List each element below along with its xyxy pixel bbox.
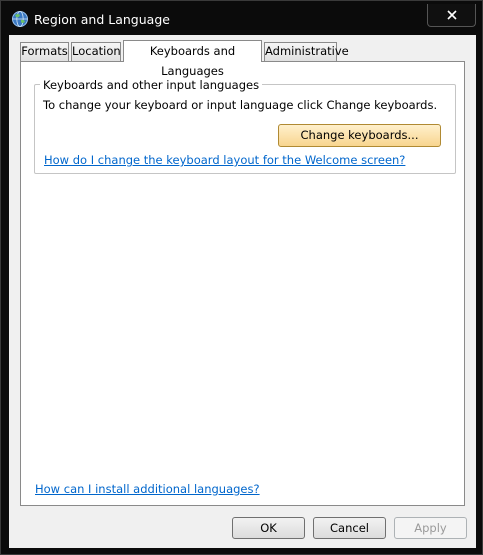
- apply-button[interactable]: Apply: [394, 517, 467, 539]
- tab-keyboards-and-languages[interactable]: Keyboards and Languages: [123, 40, 262, 78]
- welcome-screen-layout-link[interactable]: How do I change the keyboard layout for …: [44, 153, 405, 167]
- install-languages-link[interactable]: How can I install additional languages?: [35, 482, 260, 496]
- close-button[interactable]: [427, 4, 476, 27]
- cancel-button[interactable]: Cancel: [313, 517, 386, 539]
- tab-formats[interactable]: Formats: [20, 42, 69, 61]
- keyboards-group-title: Keyboards and other input languages: [40, 78, 263, 92]
- close-icon: [447, 10, 457, 20]
- dialog-client-area: Formats Location Keyboards and Languages…: [9, 35, 476, 548]
- ok-button[interactable]: OK: [232, 517, 305, 539]
- region-language-window: Region and Language Formats Location Key…: [0, 0, 483, 555]
- globe-icon: [11, 10, 29, 28]
- tab-location[interactable]: Location: [71, 42, 121, 61]
- change-keyboards-button[interactable]: Change keyboards...: [278, 124, 441, 147]
- title-bar[interactable]: Region and Language: [1, 1, 483, 35]
- window-title: Region and Language: [34, 12, 170, 27]
- tab-administrative[interactable]: Administrative: [264, 42, 349, 61]
- keyboards-description: To change your keyboard or input languag…: [43, 98, 438, 112]
